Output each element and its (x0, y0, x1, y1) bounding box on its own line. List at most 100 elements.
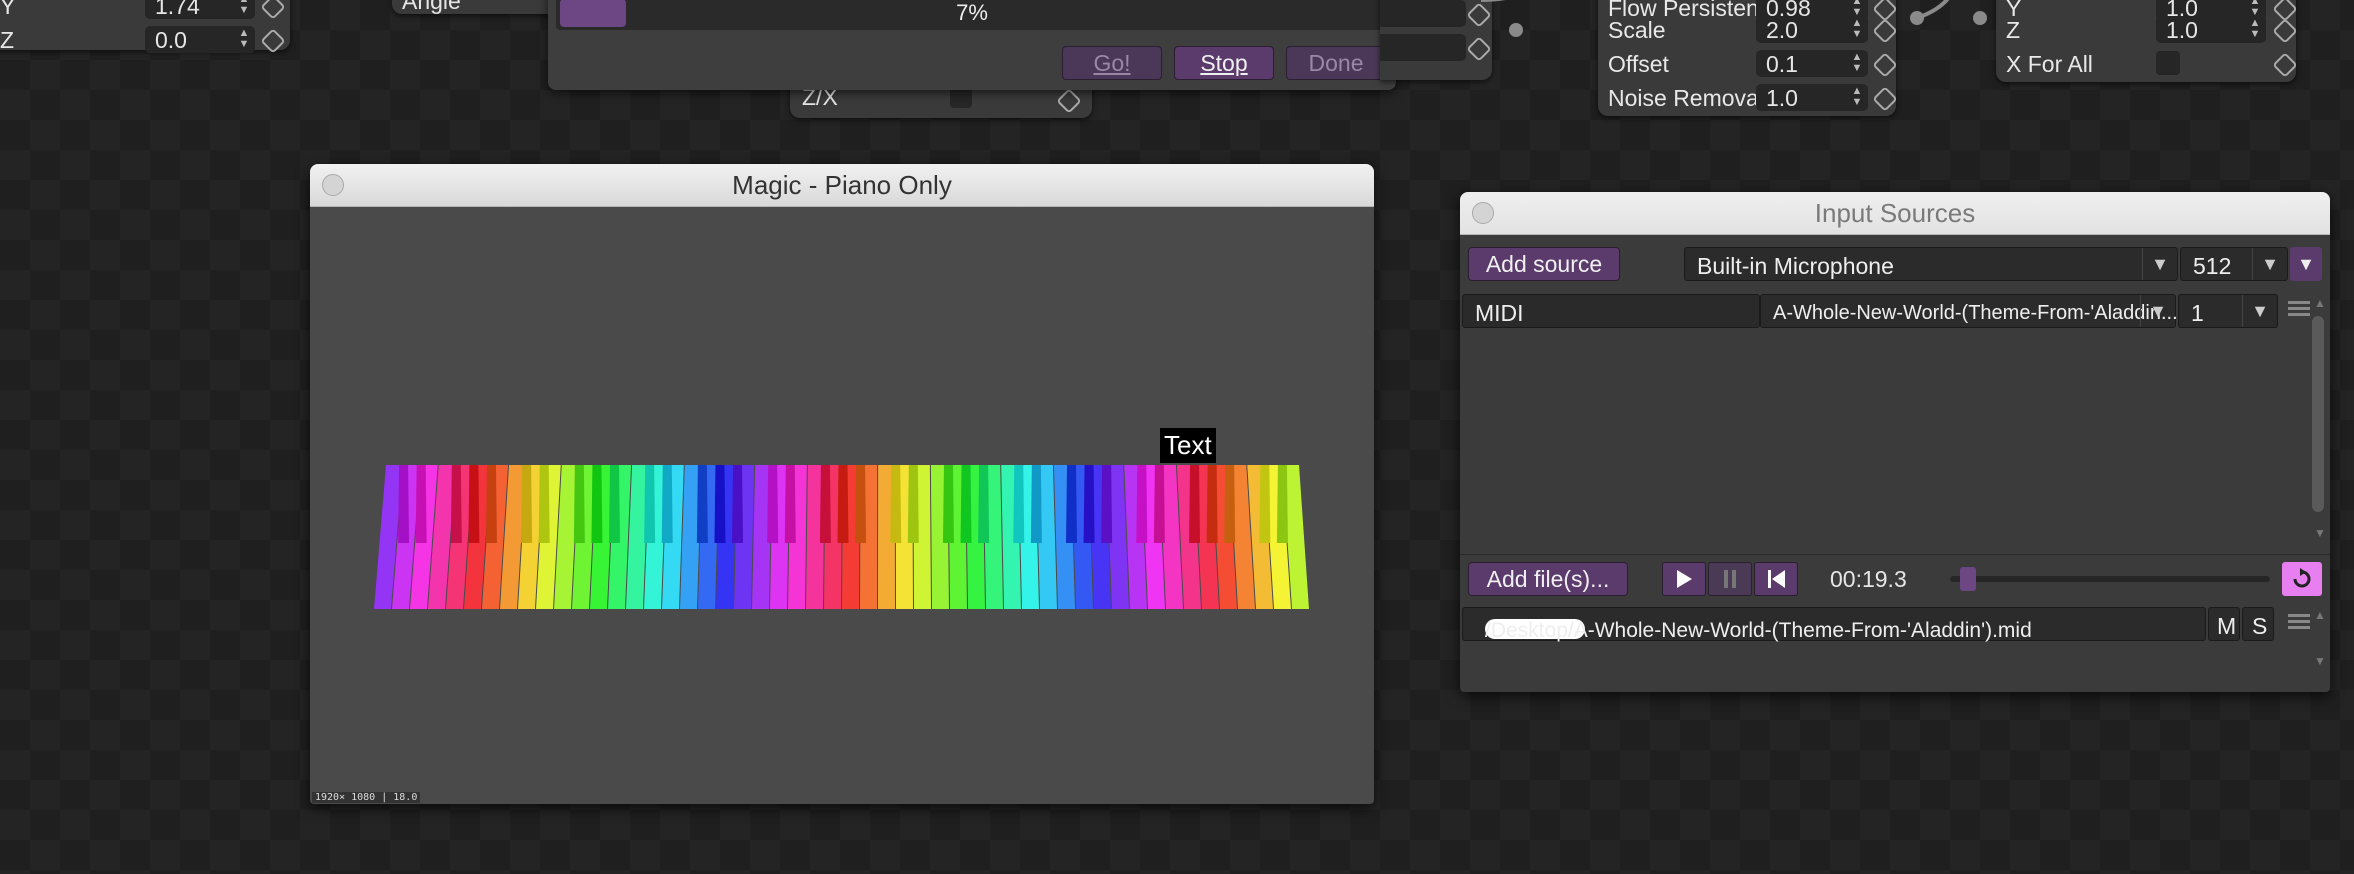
spinner-icon[interactable]: ▲▼ (1850, 52, 1864, 74)
piano-black-key (538, 465, 550, 543)
param-label: Z (0, 27, 15, 53)
close-icon[interactable] (1472, 202, 1494, 224)
add-source-menu-icon[interactable]: ▼ (2290, 247, 2322, 281)
piano-black-key (819, 465, 831, 543)
midi-track-dropdown[interactable]: A-Whole-New-World-(Theme-From-'Aladdin..… (1760, 294, 2178, 328)
input-device-dropdown[interactable]: Built-in Microphone ▼ (1684, 247, 2178, 281)
midi-source-name[interactable]: MIDI (1462, 294, 1760, 328)
piano-visualization (374, 465, 1309, 609)
link-icon[interactable] (2272, 18, 2298, 44)
loop-button[interactable] (2282, 562, 2322, 596)
piano-black-key (978, 465, 990, 543)
spinner-icon[interactable]: ▲▼ (237, 28, 251, 50)
close-icon[interactable] (322, 174, 344, 196)
go-button[interactable]: Go! (1062, 46, 1162, 80)
param-field-noise-removal[interactable]: 1.0 ▲ ▼ (1756, 84, 1868, 111)
param-label: X For All (2006, 51, 2093, 77)
playback-slider-thumb[interactable] (1960, 567, 1976, 591)
piano-black-key (714, 465, 726, 543)
chevron-down-icon[interactable]: ▼ (2252, 248, 2287, 280)
spinner-icon[interactable]: ▲▼ (1850, 18, 1864, 40)
playback-slider[interactable] (1950, 567, 2270, 591)
midi-channel-dropdown[interactable]: 1 ▼ (2178, 294, 2278, 328)
angle-label: Angle (402, 0, 461, 14)
solo-button[interactable]: S (2242, 607, 2274, 641)
param-label: Scale (1608, 17, 1666, 43)
link-icon[interactable] (1872, 52, 1898, 78)
param-label: Noise Removal (1608, 85, 1764, 111)
link-icon[interactable] (1056, 88, 1082, 114)
piano-black-key (960, 465, 972, 543)
mute-button[interactable]: M (2208, 607, 2240, 641)
piano-black-key (696, 465, 708, 543)
noise-node: Flow Persistence 0.98 ▲ ▼ Scale 2.0 ▲ ▼ Offs… (1598, 0, 1898, 116)
scale-node: Y 1.0 ▲ ▼ Z 1.0 ▲ ▼ X For All (1996, 0, 2298, 82)
param-field[interactable] (1380, 0, 1466, 27)
piano-black-key (573, 465, 585, 543)
link-icon[interactable] (1872, 18, 1898, 44)
chevron-down-icon[interactable]: ▼ (2140, 295, 2175, 327)
param-field-offset[interactable]: 0.1 ▲ ▼ (1756, 50, 1868, 77)
piano-black-key (837, 465, 849, 543)
piano-black-key (1136, 465, 1148, 543)
param-field-z[interactable]: 1.0 ▲ ▼ (2156, 16, 2266, 43)
spinner-icon[interactable]: ▲▼ (2248, 18, 2262, 40)
param-field[interactable] (1380, 34, 1466, 61)
stop-button[interactable]: Stop (1174, 46, 1274, 80)
input-sources-window: Input Sources Add source Built-in Microp… (1460, 192, 2330, 692)
piano-black-key (907, 465, 919, 543)
menu-icon[interactable] (2288, 298, 2310, 320)
piano-black-key (942, 465, 954, 543)
piano-black-key (890, 465, 902, 543)
param-row-scale: Scale 2.0 ▲ ▼ (1598, 14, 1898, 44)
done-button[interactable]: Done (1286, 46, 1386, 80)
param-field-y[interactable]: 1.74▲▼ (145, 0, 255, 19)
text-overlay: Text (1160, 428, 1216, 463)
menu-icon[interactable] (2288, 611, 2310, 633)
play-icon (1677, 570, 1692, 588)
play-button[interactable] (1662, 562, 1706, 596)
piano-black-key (1206, 465, 1218, 543)
x-for-all-checkbox[interactable] (2156, 51, 2180, 75)
link-icon[interactable] (260, 28, 286, 54)
link-icon[interactable] (1872, 86, 1898, 112)
piano-black-key (767, 465, 779, 543)
scroll-down-icon[interactable]: ▼ (2314, 654, 2326, 668)
param-field-z[interactable]: 0.0 ▲ ▼ (145, 26, 255, 53)
param-label: Y (0, 0, 16, 19)
piano-black-key (1030, 465, 1042, 543)
scroll-up-icon[interactable]: ▲ (2314, 296, 2326, 310)
progress-dialog: 7% Go! Stop Done (548, 0, 1396, 90)
param-row-z: Z 0.0 ▲ ▼ (0, 24, 290, 54)
piano-black-key (1224, 465, 1236, 543)
piano-black-key (1259, 465, 1271, 543)
param-row-y: Y 1.74▲▼ (0, 0, 290, 20)
input-sources-titlebar[interactable]: Input Sources (1460, 192, 2330, 235)
add-files-button[interactable]: Add file(s)... (1468, 562, 1628, 596)
spinner-icon[interactable]: ▲▼ (237, 0, 251, 16)
spinner-icon[interactable]: ▲▼ (1850, 86, 1864, 108)
magic-window-titlebar[interactable]: Magic - Piano Only (310, 164, 1374, 207)
piano-black-key (784, 465, 796, 543)
transform-node-left: Y 1.74▲▼ Z 0.0▲▼ (0, 0, 290, 54)
scroll-down-icon[interactable]: ▼ (2314, 526, 2326, 540)
piano-black-key (1276, 465, 1288, 543)
chevron-down-icon[interactable]: ▼ (2142, 248, 2177, 280)
scroll-up-icon[interactable]: ▲ (2314, 608, 2326, 622)
progress-bar: 7% (556, 0, 1388, 30)
rewind-button[interactable] (1754, 562, 1798, 596)
link-icon[interactable] (260, 0, 286, 20)
chevron-down-icon[interactable]: ▼ (2242, 295, 2277, 327)
param-row-x-for-all: X For All (1996, 48, 2298, 78)
scrollbar[interactable] (2312, 316, 2324, 512)
buffer-size-dropdown[interactable]: 512 ▼ (2180, 247, 2288, 281)
add-source-button[interactable]: Add source (1468, 247, 1620, 281)
param-label: Z (2006, 17, 2021, 43)
pause-button[interactable] (1708, 562, 1752, 596)
file-path-field[interactable]: /Users//Desktop/A-Whole-New-World-(Theme… (1462, 607, 2206, 642)
param-field-scale[interactable]: 2.0 ▲ ▼ (1756, 16, 1868, 43)
pause-icon (1724, 570, 1736, 588)
piano-black-key (1013, 465, 1025, 543)
link-icon[interactable] (2272, 52, 2298, 78)
piano-black-key (1189, 465, 1201, 543)
